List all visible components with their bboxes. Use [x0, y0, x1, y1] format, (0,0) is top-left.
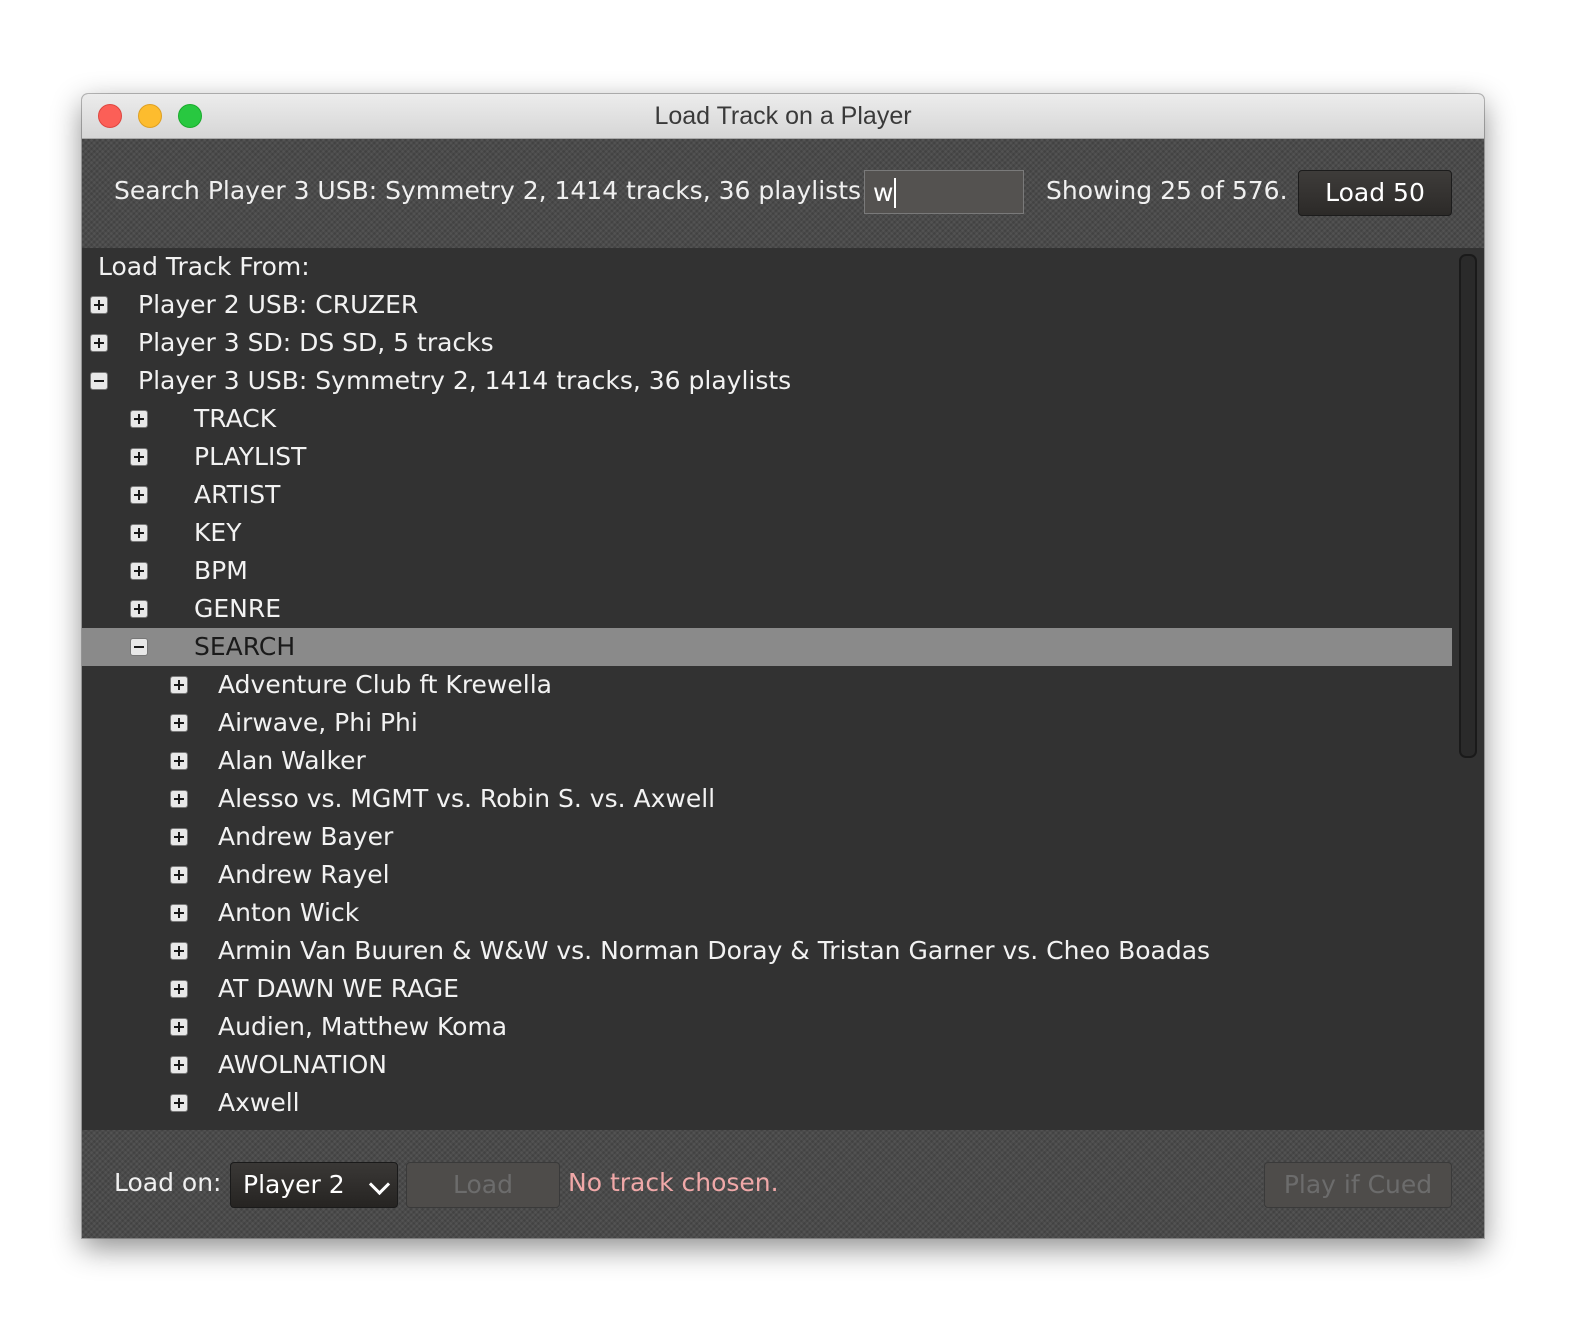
tree-node-label: Anton Wick [218, 898, 360, 927]
expand-icon[interactable] [130, 524, 148, 542]
expand-icon[interactable] [90, 334, 108, 352]
tree-node-device[interactable]: Player 3 USB: Symmetry 2, 1414 tracks, 3… [82, 362, 1452, 400]
tree-node-artist[interactable]: Axwell & Ingrosso vs. Nicky Romero & San… [82, 1122, 1452, 1130]
expand-icon[interactable] [170, 1018, 188, 1036]
load-track-window: Load Track on a Player Search Player 3 U… [82, 94, 1484, 1238]
tree-node-label: Adventure Club ft Krewella [218, 670, 552, 699]
expand-icon[interactable] [170, 752, 188, 770]
expand-icon[interactable] [170, 980, 188, 998]
search-label: Search Player 3 USB: Symmetry 2, 1414 tr… [114, 176, 870, 205]
tree-node-label: Player 3 SD: DS SD, 5 tracks [138, 328, 494, 357]
expand-icon[interactable] [170, 866, 188, 884]
tree-node-label: BPM [194, 556, 248, 585]
vertical-scrollbar[interactable] [1452, 248, 1484, 1130]
load-on-label: Load on: [114, 1168, 222, 1197]
expand-icon[interactable] [170, 1094, 188, 1112]
tree-node-label: AWOLNATION [218, 1050, 387, 1079]
tree-node-artist[interactable]: Airwave, Phi Phi [82, 704, 1452, 742]
load-more-button[interactable]: Load 50 [1298, 170, 1452, 216]
expand-icon[interactable] [130, 562, 148, 580]
tree-node-label: Armin Van Buuren & W&W vs. Norman Doray … [218, 936, 1211, 965]
tree-node-device[interactable]: Player 2 USB: CRUZER [82, 286, 1452, 324]
tree-node-artist[interactable]: AWOLNATION [82, 1046, 1452, 1084]
tree-node-artist[interactable]: Andrew Bayer [82, 818, 1452, 856]
expand-icon[interactable] [170, 790, 188, 808]
expand-icon[interactable] [170, 1056, 188, 1074]
tree-node-label: Alan Walker [218, 746, 366, 775]
tree-node-label: Axwell & Ingrosso vs. Nicky Romero & San… [218, 1122, 925, 1130]
load-button[interactable]: Load [406, 1162, 560, 1208]
tree-node-category[interactable]: SEARCH [82, 628, 1452, 666]
status-text: No track chosen. [568, 1168, 779, 1197]
player-select[interactable]: Player 2 [230, 1162, 398, 1208]
tree-node-label: Axwell [218, 1088, 300, 1117]
tree-node-artist[interactable]: Alan Walker [82, 742, 1452, 780]
tree-root-label: Load Track From: [98, 252, 310, 281]
expand-icon[interactable] [130, 410, 148, 428]
scrollbar-thumb[interactable] [1459, 254, 1477, 758]
expand-icon[interactable] [130, 486, 148, 504]
tree-node-category[interactable]: GENRE [82, 590, 1452, 628]
tree-node-label: AT DAWN WE RAGE [218, 974, 459, 1003]
tree-node-category[interactable]: TRACK [82, 400, 1452, 438]
search-input[interactable] [864, 170, 1024, 214]
tree-node-label: TRACK [194, 404, 277, 433]
search-bar: Search Player 3 USB: Symmetry 2, 1414 tr… [82, 138, 1484, 248]
play-if-cued-button[interactable]: Play if Cued [1264, 1162, 1452, 1208]
results-count-text: Showing 25 of 576. [1046, 176, 1288, 205]
window-title: Load Track on a Player [654, 102, 912, 130]
tree-node-label: GENRE [194, 594, 282, 623]
tree-node-category[interactable]: KEY [82, 514, 1452, 552]
collapse-icon[interactable] [130, 638, 148, 656]
tree-node-label: Player 2 USB: CRUZER [138, 290, 419, 319]
tree-node-label: SEARCH [194, 632, 296, 661]
tree-node-artist[interactable]: Audien, Matthew Koma [82, 1008, 1452, 1046]
tree-node-label: Alesso vs. MGMT vs. Robin S. vs. Axwell [218, 784, 716, 813]
player-select-value: Player 2 [243, 1170, 345, 1199]
text-caret [894, 178, 896, 208]
tree-node-artist[interactable]: Adventure Club ft Krewella [82, 666, 1452, 704]
expand-icon[interactable] [170, 676, 188, 694]
tree-node-category[interactable]: ARTIST [82, 476, 1452, 514]
collapse-icon[interactable] [90, 372, 108, 390]
tree-node-label: Airwave, Phi Phi [218, 708, 418, 737]
tree-node-label: Andrew Rayel [218, 860, 390, 889]
tree-node-label: PLAYLIST [194, 442, 307, 471]
tree-node-label: Audien, Matthew Koma [218, 1012, 508, 1041]
tree-node-label: Player 3 USB: Symmetry 2, 1414 tracks, 3… [138, 366, 792, 395]
expand-icon[interactable] [90, 296, 108, 314]
track-source-tree[interactable]: Load Track From: Player 2 USB: CRUZER Pla… [82, 248, 1452, 1130]
expand-icon[interactable] [130, 448, 148, 466]
tree-node-artist[interactable]: Armin Van Buuren & W&W vs. Norman Doray … [82, 932, 1452, 970]
tree-root-row: Load Track From: [82, 248, 1452, 286]
tree-node-category[interactable]: BPM [82, 552, 1452, 590]
tree-node-label: KEY [194, 518, 242, 547]
expand-icon[interactable] [170, 942, 188, 960]
title-bar[interactable]: Load Track on a Player [82, 94, 1484, 139]
bottom-bar: Load on: Player 2 Load No track chosen. … [82, 1130, 1484, 1238]
tree-node-category[interactable]: PLAYLIST [82, 438, 1452, 476]
tree-node-label: ARTIST [194, 480, 281, 509]
expand-icon[interactable] [130, 600, 148, 618]
tree-node-artist[interactable]: Andrew Rayel [82, 856, 1452, 894]
tree-node-label: Andrew Bayer [218, 822, 394, 851]
expand-icon[interactable] [170, 904, 188, 922]
chevron-down-icon [368, 1173, 391, 1196]
expand-icon[interactable] [170, 714, 188, 732]
tree-node-artist[interactable]: Axwell [82, 1084, 1452, 1122]
tree-node-artist[interactable]: AT DAWN WE RAGE [82, 970, 1452, 1008]
tree-node-artist[interactable]: Alesso vs. MGMT vs. Robin S. vs. Axwell [82, 780, 1452, 818]
tree-node-device[interactable]: Player 3 SD: DS SD, 5 tracks [82, 324, 1452, 362]
expand-icon[interactable] [170, 828, 188, 846]
tree-node-artist[interactable]: Anton Wick [82, 894, 1452, 932]
